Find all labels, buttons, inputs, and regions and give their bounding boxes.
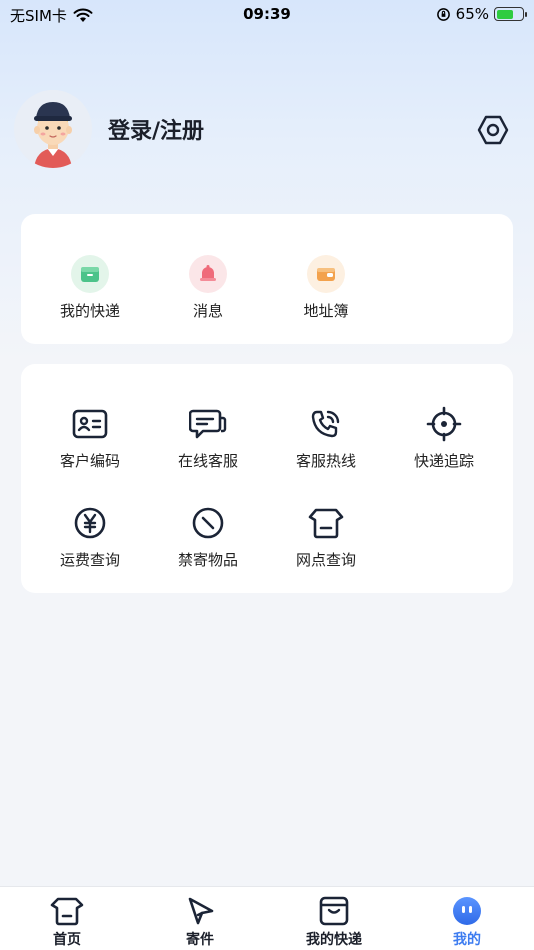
send-arrow-icon	[188, 897, 214, 925]
phone-call-icon	[311, 410, 340, 438]
bell-icon	[189, 255, 227, 293]
shop-icon	[308, 508, 344, 539]
quick-link-address-book[interactable]: 地址簿	[267, 254, 385, 321]
bottom-tab-bar: 首页 寄件 我的快递 我的	[0, 886, 534, 950]
target-icon	[426, 406, 462, 442]
service-label: 禁寄物品	[177, 551, 238, 569]
service-label: 网点查询	[295, 551, 356, 569]
service-label: 快递追踪	[413, 452, 474, 470]
profile-section[interactable]: 登录/注册	[14, 90, 204, 168]
service-label: 客户编码	[59, 452, 120, 470]
quick-links-card: 我的快递 消息 地址簿	[21, 214, 513, 344]
service-label: 在线客服	[177, 452, 238, 470]
service-customer-code[interactable]: 客户编码	[31, 404, 149, 471]
tab-home[interactable]: 首页	[7, 895, 127, 949]
tab-label: 我的	[453, 932, 481, 948]
service-outlet-query[interactable]: 网点查询	[267, 503, 385, 570]
face-icon	[453, 897, 481, 925]
service-label: 客服热线	[295, 452, 356, 470]
service-label: 运费查询	[59, 551, 120, 569]
user-avatar-icon	[14, 90, 92, 168]
package-icon	[319, 896, 349, 926]
avatar[interactable]	[14, 90, 92, 168]
wallet-icon	[307, 255, 345, 293]
settings-hexagon-icon	[477, 115, 509, 145]
home-box-icon	[50, 897, 84, 926]
login-register-link[interactable]: 登录/注册	[108, 113, 204, 145]
prohibited-icon	[192, 507, 224, 539]
orientation-lock-icon	[436, 7, 450, 21]
services-card: 客户编码 在线客服 客服热线 快递追踪 运费查询 禁寄物品 网点查询	[21, 364, 513, 593]
quick-link-label: 消息	[192, 302, 223, 320]
quick-link-messages[interactable]: 消息	[149, 254, 267, 321]
tab-label: 我的快递	[306, 932, 362, 948]
id-card-icon	[72, 409, 108, 439]
tab-label: 寄件	[186, 932, 214, 948]
battery-level	[496, 9, 513, 19]
service-express-tracking[interactable]: 快递追踪	[385, 404, 503, 471]
quick-link-my-express[interactable]: 我的快递	[31, 254, 149, 321]
battery-icon	[494, 7, 527, 21]
settings-button[interactable]	[474, 111, 512, 149]
express-box-icon	[71, 255, 109, 293]
quick-link-label: 地址簿	[303, 302, 349, 320]
service-freight-query[interactable]: 运费查询	[31, 503, 149, 570]
battery-percent: 65%	[455, 5, 489, 23]
yen-coin-icon	[74, 507, 106, 539]
status-bar: 无SIM卡 09:39 65%	[0, 0, 534, 30]
service-hotline[interactable]: 客服热线	[267, 404, 385, 471]
tab-label: 首页	[53, 932, 81, 948]
quick-link-label: 我的快递	[59, 302, 120, 320]
tab-my-express[interactable]: 我的快递	[274, 895, 394, 949]
service-online-support[interactable]: 在线客服	[149, 404, 267, 471]
tab-send[interactable]: 寄件	[140, 895, 260, 949]
tab-mine[interactable]: 我的	[407, 895, 527, 949]
chat-bubble-icon	[189, 409, 227, 439]
status-right: 65%	[436, 5, 527, 23]
service-prohibited-items[interactable]: 禁寄物品	[149, 503, 267, 570]
